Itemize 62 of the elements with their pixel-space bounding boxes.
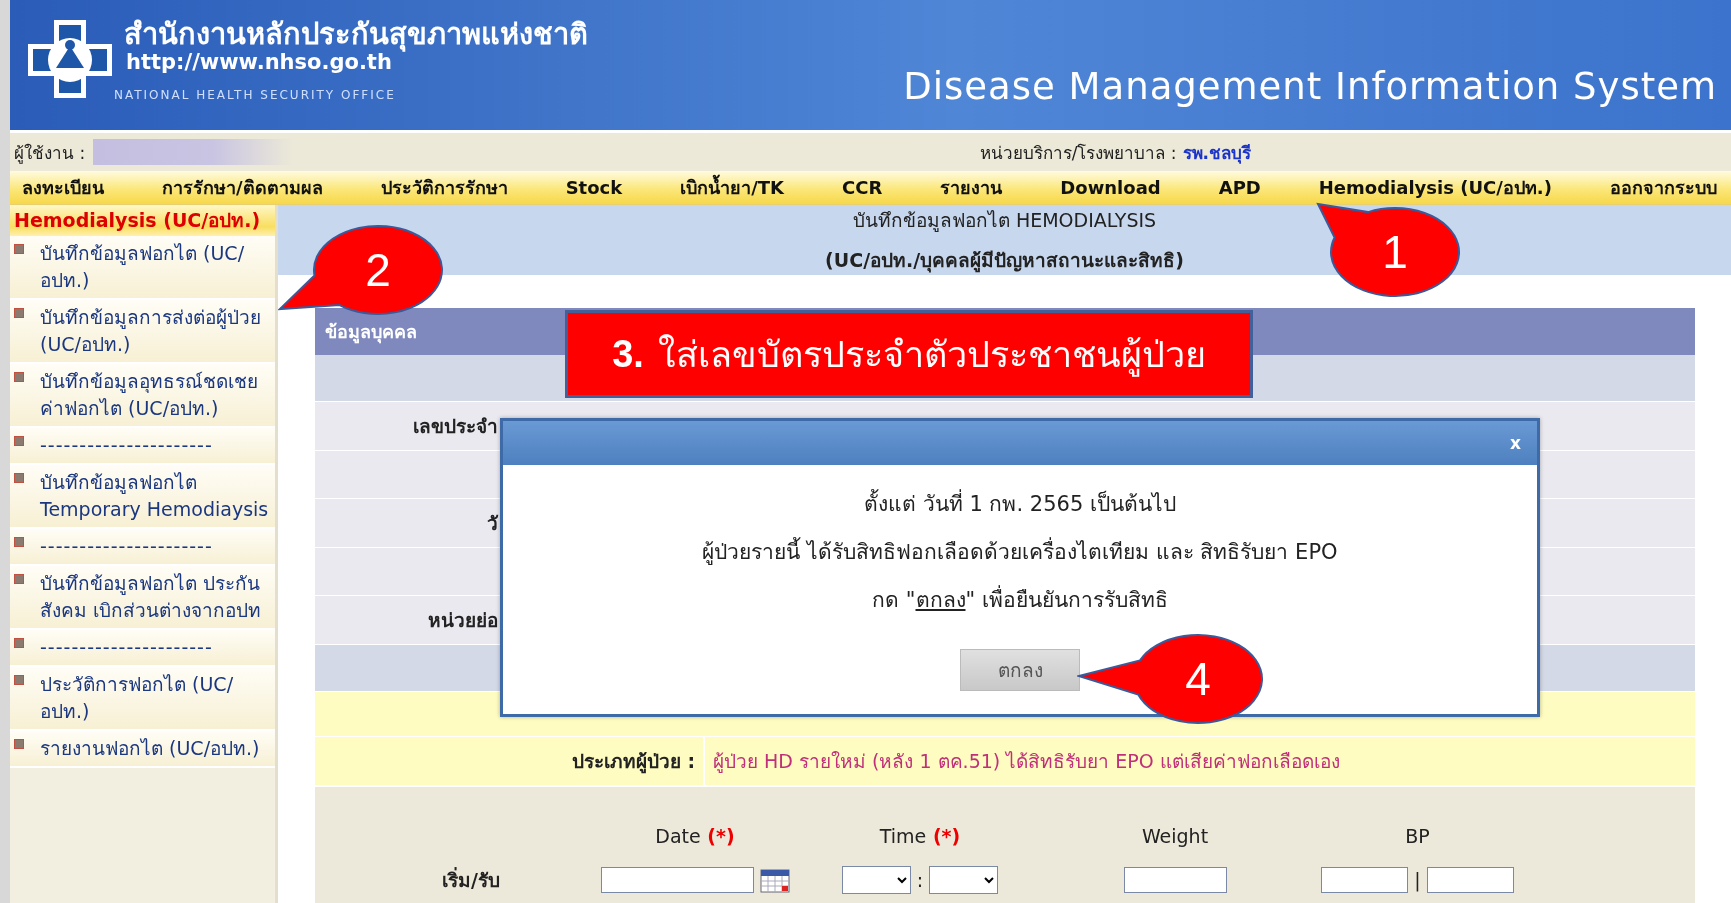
bullet-icon	[14, 372, 24, 382]
dialog-message: ตั้งแต่ วันที่ 1 กพ. 2565 เป็นต้นไป	[864, 487, 1176, 520]
bullet-icon	[14, 244, 24, 254]
patient-type-value: ผู้ป่วย HD รายใหม่ (หลัง 1 ตค.51) ได้สิทธิรับยา EPO แต่เสียค่าฟอกเลือดเอง	[703, 737, 1340, 785]
column-header: Time (*)	[878, 825, 962, 847]
separator-line: ----------------------	[39, 534, 213, 559]
menu-item[interactable]: APD	[1218, 177, 1261, 198]
patient-type-label: ประเภทผู้ป่วย :	[570, 749, 696, 776]
page-title: บันทึกข้อมูลฟอกไต HEMODIALYSIS	[852, 208, 1157, 234]
menu-item[interactable]: CCR	[842, 177, 883, 198]
menu-item[interactable]: ออกจากระบบ	[1609, 173, 1717, 202]
confirm-link[interactable]: ตกลง	[915, 588, 966, 612]
separator-line: ----------------------	[39, 635, 213, 660]
menu-item[interactable]: ประวัติการรักษา	[380, 173, 508, 202]
bullet-icon	[14, 675, 24, 685]
bullet-icon	[14, 739, 24, 749]
unit-value: รพ.ชลบุรี	[1182, 141, 1251, 166]
field-label: วั	[486, 511, 498, 536]
minute-select[interactable]	[929, 866, 999, 894]
date-field[interactable]	[600, 867, 754, 893]
page-subtitle: (UC/อปท./บุคคลผู้มีปัญหาสถานะและสิทธิ)	[825, 248, 1184, 275]
system-title: Disease Management Information System	[903, 65, 1718, 110]
column-header: BP	[1404, 825, 1431, 847]
systolic-field[interactable]	[1321, 867, 1409, 893]
menu-item[interactable]: Stock	[565, 177, 623, 198]
bullet-icon	[14, 574, 24, 584]
bullet-icon	[14, 473, 24, 483]
callout-number: 1	[1381, 226, 1409, 278]
dialog-message: กด "ตกลง" เพื่อยืนยันการรับสิทธิ	[872, 583, 1168, 616]
ok-button[interactable]: ตกลง	[960, 649, 1080, 691]
menu-item[interactable]: รายงาน	[940, 173, 1003, 202]
time-separator: :	[916, 869, 924, 891]
bullet-icon	[14, 436, 24, 446]
field-label: หน่วยย่อ	[427, 608, 498, 633]
bullet-icon	[14, 308, 24, 318]
bp-separator: |	[1414, 869, 1421, 891]
menu-item[interactable]: การรักษา/ติดตามผล	[162, 173, 323, 202]
unit-label: หน่วยบริการ/โรงพยาบาล :	[979, 141, 1177, 165]
header-title: สำนักงานหลักประกันสุขภาพแห่งชาติ	[124, 18, 588, 50]
field-label: เลขประจำ	[412, 414, 498, 439]
menu-item[interactable]: เบิกน้ำยา/TK	[680, 173, 785, 202]
bullet-icon	[14, 638, 24, 648]
callout-number: 4	[1184, 653, 1212, 705]
user-label: ผู้ใช้งาน :	[14, 141, 86, 166]
diastolic-field[interactable]	[1426, 867, 1514, 893]
dialog-message: ผู้ป่วยรายนี้ ได้รับสิทธิฟอกเลือดด้วยเครื่องไตเทียม และ สิทธิรับยา EPO	[702, 535, 1338, 568]
separator-line: ----------------------	[39, 433, 213, 458]
hour-select[interactable]	[841, 866, 911, 894]
bullet-icon	[14, 537, 24, 547]
callout-number: 2	[364, 244, 392, 296]
logo-icon	[26, 18, 114, 100]
menu-item[interactable]: Hemodialysis (UC/อปท.)	[1318, 173, 1552, 202]
menu-item[interactable]: ลงทะเบียน	[22, 173, 104, 202]
organization-name: NATIONAL HEALTH SECURITY OFFICE	[114, 88, 397, 102]
website-url: http://www.nhso.go.th	[126, 50, 392, 74]
column-header: Weight	[1140, 825, 1210, 847]
weight-field[interactable]	[1123, 867, 1227, 893]
menu-item[interactable]: Download	[1060, 177, 1161, 198]
sidebar-heading: Hemodialysis (UC/อปท.)	[10, 205, 275, 236]
calendar-icon[interactable]	[759, 867, 790, 893]
row-label: เริ่ม/รับ	[441, 866, 501, 893]
column-header: Date (*)	[654, 825, 736, 847]
